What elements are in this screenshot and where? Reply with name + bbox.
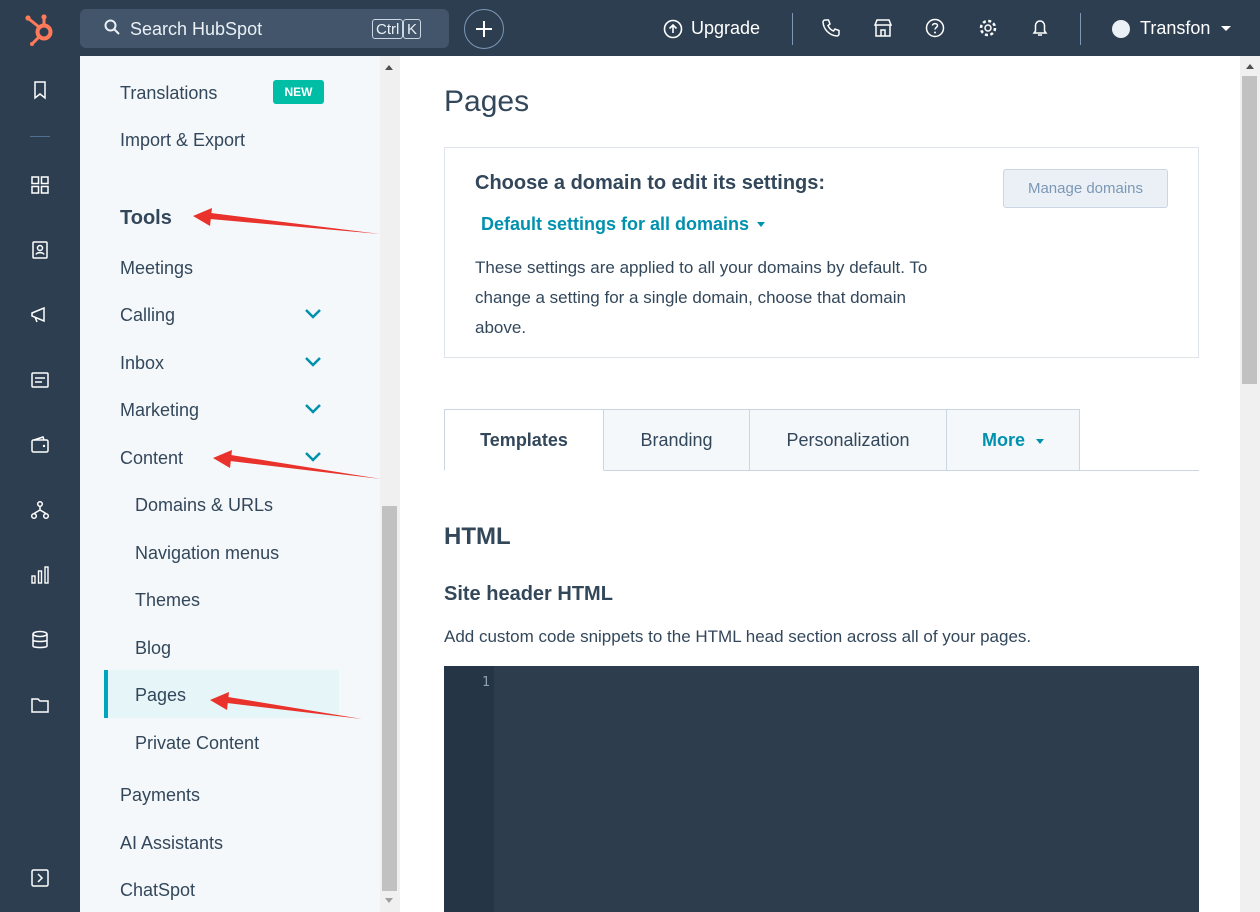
sidebar-item-themes[interactable]: Themes	[135, 590, 200, 611]
site-header-code-editor[interactable]: 1	[444, 666, 1199, 912]
domain-card-title: Choose a domain to edit its settings:	[475, 172, 826, 194]
upgrade-button[interactable]: Upgrade	[663, 18, 760, 39]
library-folder-icon[interactable]	[30, 695, 50, 715]
new-badge: NEW	[273, 80, 324, 104]
chevron-down-icon[interactable]	[304, 356, 322, 368]
chevron-down-icon[interactable]	[304, 451, 322, 463]
account-menu[interactable]: Transfon	[1112, 18, 1232, 39]
chevron-down-icon[interactable]	[304, 403, 322, 415]
account-name: Transfon	[1140, 18, 1211, 38]
data-database-icon[interactable]	[30, 630, 50, 650]
settings-sidebar: Translations NEW Import & Export Tools M…	[80, 56, 400, 912]
sidebar-item-private-content[interactable]: Private Content	[135, 733, 259, 754]
marketplace-icon[interactable]	[873, 18, 893, 38]
search-icon	[104, 19, 120, 40]
sidebar-item-calling[interactable]: Calling	[120, 305, 175, 326]
selected-domain: Default settings for all domains	[481, 214, 750, 234]
help-icon[interactable]	[925, 18, 945, 38]
settings-gear-icon[interactable]	[978, 18, 998, 38]
chevron-down-icon	[1221, 25, 1232, 31]
bookmark-icon[interactable]	[30, 80, 50, 100]
hubspot-logo-icon[interactable]	[22, 12, 58, 46]
upgrade-arrow-icon	[663, 19, 683, 38]
sidebar-item-meetings[interactable]: Meetings	[120, 258, 193, 279]
tab-personalization[interactable]: Personalization	[749, 409, 947, 471]
site-header-html-heading: Site header HTML	[444, 583, 613, 605]
contacts-icon[interactable]	[30, 240, 50, 260]
avatar	[1112, 19, 1130, 38]
marketing-megaphone-icon[interactable]	[30, 305, 50, 325]
domain-select-dropdown[interactable]: Default settings for all domains	[481, 214, 766, 235]
domain-settings-card: Choose a domain to edit its settings: De…	[444, 147, 1199, 358]
tab-more-label: More	[981, 430, 1025, 450]
content-icon[interactable]	[30, 370, 50, 390]
scroll-up-arrow-icon[interactable]	[385, 65, 393, 70]
sidebar-item-content[interactable]: Content	[120, 448, 183, 469]
caret-down-icon	[1036, 438, 1045, 444]
main-scrollbar-thumb[interactable]	[1242, 76, 1257, 384]
sidebar-scrollbar-thumb[interactable]	[382, 506, 397, 891]
tab-branding[interactable]: Branding	[603, 409, 750, 471]
sidebar-item-import-export[interactable]: Import & Export	[120, 130, 245, 151]
phone-icon[interactable]	[821, 18, 841, 38]
tab-more[interactable]: More	[946, 409, 1080, 471]
primary-nav-rail	[0, 56, 80, 912]
sidebar-section-tools: Tools	[120, 207, 172, 229]
toolbar-divider	[1080, 13, 1081, 45]
sidebar-item-ai-assistants[interactable]: AI Assistants	[120, 833, 223, 854]
search-placeholder: Search HubSpot	[130, 19, 263, 39]
commerce-wallet-icon[interactable]	[30, 435, 50, 455]
toolbar-divider	[792, 13, 793, 45]
reporting-bar-chart-icon[interactable]	[30, 565, 50, 585]
domain-card-description: These settings are applied to all your d…	[475, 258, 928, 337]
sidebar-item-payments[interactable]: Payments	[120, 785, 200, 806]
shortcut-ctrl-key: Ctrl	[372, 19, 404, 39]
sidebar-item-chatspot[interactable]: ChatSpot	[120, 880, 195, 901]
main-content: Pages Choose a domain to edit its settin…	[400, 56, 1240, 912]
rail-divider	[30, 136, 50, 137]
dashboard-grid-icon[interactable]	[30, 175, 50, 195]
chevron-down-icon[interactable]	[304, 308, 322, 320]
search-input[interactable]: Search HubSpot Ctrl K	[80, 9, 449, 48]
site-header-help-text: Add custom code snippets to the HTML hea…	[444, 627, 1032, 646]
plus-icon	[476, 21, 492, 37]
expand-sidebar-icon[interactable]	[30, 868, 50, 888]
editor-line-number: 1	[482, 675, 490, 690]
sidebar-item-translations[interactable]: Translations	[120, 83, 217, 104]
sidebar-item-navigation-menus[interactable]: Navigation menus	[135, 543, 279, 564]
sidebar-item-pages[interactable]: Pages	[135, 685, 186, 706]
html-section-heading: HTML	[444, 523, 511, 550]
notifications-bell-icon[interactable]	[1030, 18, 1050, 38]
scroll-up-arrow-icon[interactable]	[1246, 64, 1254, 69]
caret-down-icon	[757, 222, 766, 227]
page-title: Pages	[444, 85, 530, 118]
sidebar-item-marketing[interactable]: Marketing	[120, 400, 199, 421]
tab-templates[interactable]: Templates	[444, 409, 604, 471]
upgrade-label: Upgrade	[691, 18, 761, 38]
sidebar-item-inbox[interactable]: Inbox	[120, 353, 164, 374]
editor-gutter: 1	[444, 666, 494, 912]
sidebar-item-blog[interactable]: Blog	[135, 638, 171, 659]
shortcut-k-key: K	[403, 19, 422, 39]
create-new-button[interactable]	[464, 9, 504, 49]
automation-flow-icon[interactable]	[30, 500, 50, 520]
manage-domains-button[interactable]: Manage domains	[1003, 169, 1168, 208]
sidebar-item-domains-urls[interactable]: Domains & URLs	[135, 495, 273, 516]
top-navigation-bar: Search HubSpot Ctrl K Upgrade Transfon	[0, 0, 1260, 56]
scroll-down-arrow-icon[interactable]	[385, 898, 393, 903]
